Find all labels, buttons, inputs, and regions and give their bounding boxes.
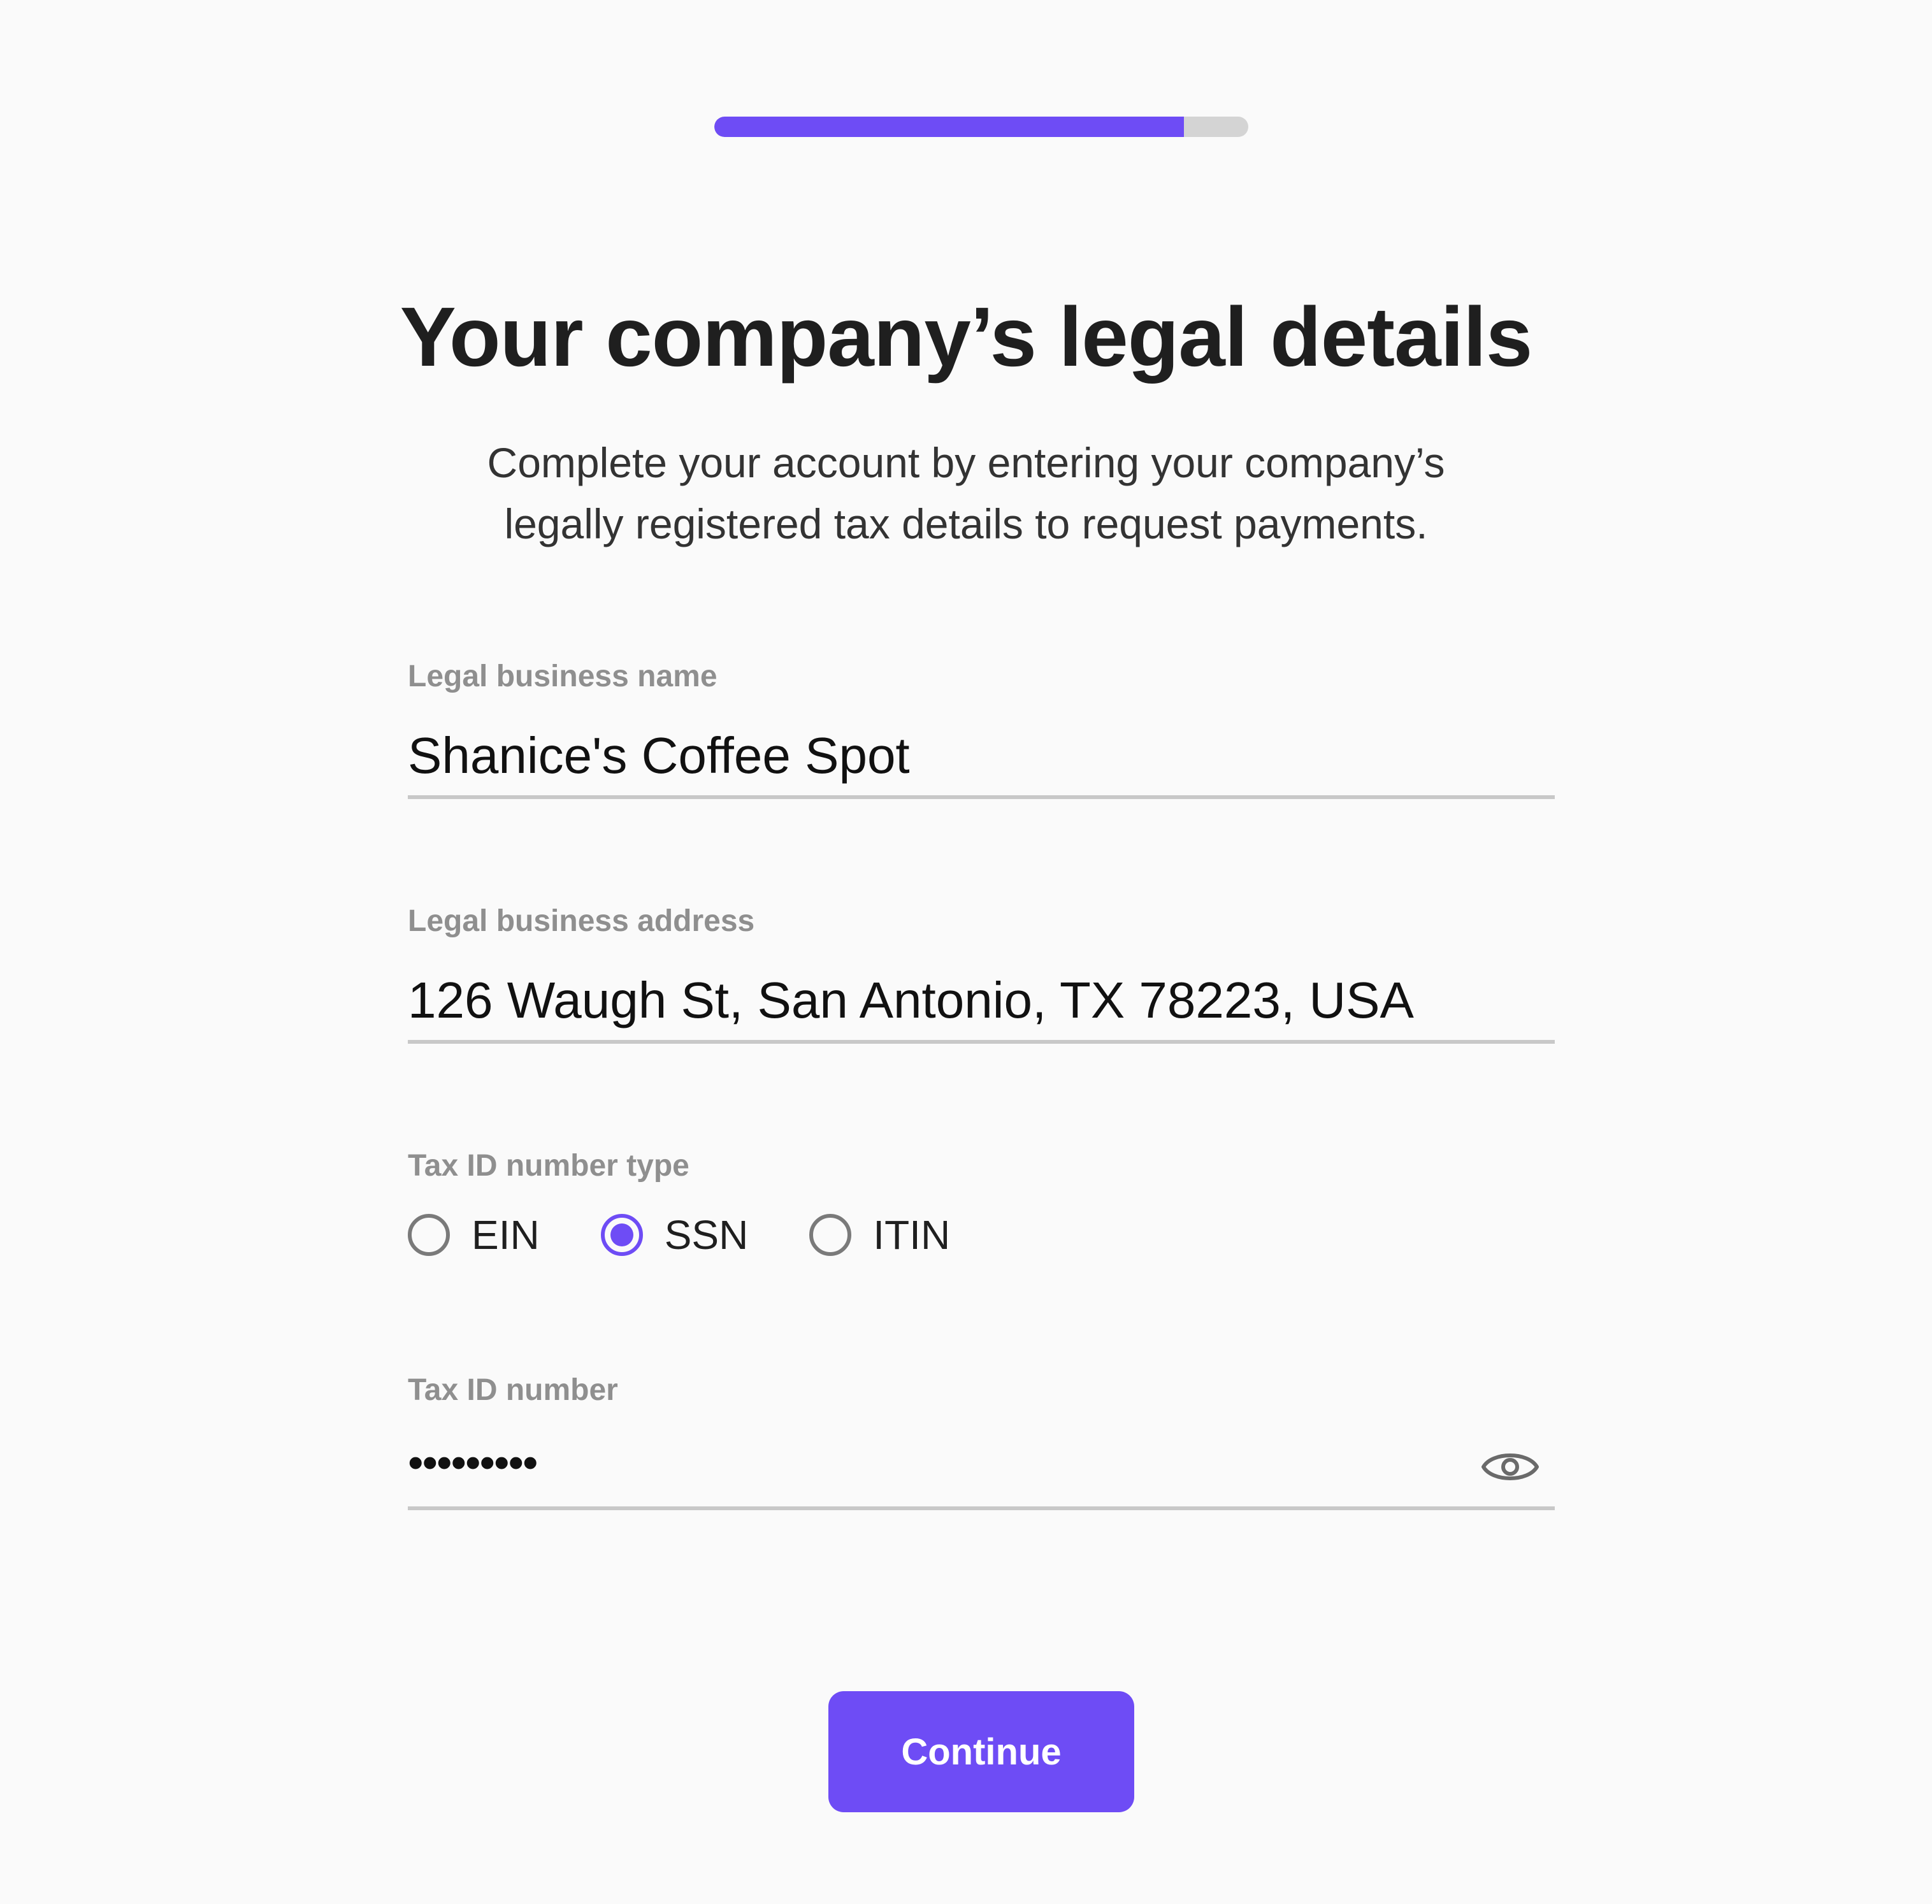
subtitle-line-2: legally registered tax details to reques… [504, 500, 1428, 547]
page-title: Your company’s legal details [400, 290, 1533, 384]
radio-ein[interactable]: EIN [408, 1214, 540, 1256]
radio-ein-circle[interactable] [408, 1214, 450, 1256]
radio-ssn-circle[interactable] [600, 1214, 643, 1256]
subtitle-line-1: Complete your account by entering your c… [487, 439, 1445, 486]
radio-ein-label: EIN [472, 1212, 540, 1258]
radio-itin-label: ITIN [873, 1212, 951, 1258]
business-address-input[interactable]: 126 Waugh St, San Antonio, TX 78223, USA [408, 958, 1555, 1044]
tax-id-number-value: ••••••••• [408, 1438, 538, 1487]
progress-bar-fill [714, 117, 1185, 137]
radio-ssn-label: SSN [664, 1212, 749, 1258]
progress-bar [714, 117, 1248, 137]
radio-ssn[interactable]: SSN [600, 1212, 749, 1258]
tax-id-type-label: Tax ID number type [408, 1149, 689, 1183]
tax-id-number-label: Tax ID number [408, 1373, 618, 1407]
business-name-input[interactable]: Shanice's Coffee Spot [408, 714, 1555, 799]
tax-id-type-radio-group: EIN SSN ITIN [408, 1206, 1011, 1264]
legal-details-page: Your company’s legal details Complete yo… [0, 0, 1932, 1904]
business-address-label: Legal business address [408, 904, 755, 938]
page-subtitle: Complete your account by entering your c… [382, 432, 1550, 554]
radio-itin[interactable]: ITIN [809, 1214, 950, 1256]
business-address-value: 126 Waugh St, San Antonio, TX 78223, USA [408, 972, 1414, 1028]
tax-id-number-input[interactable]: ••••••••• [408, 1425, 1555, 1510]
radio-itin-circle[interactable] [809, 1214, 852, 1256]
business-name-label: Legal business name [408, 660, 717, 693]
business-name-value: Shanice's Coffee Spot [408, 727, 910, 784]
eye-icon[interactable] [1481, 1446, 1539, 1487]
continue-button[interactable]: Continue [828, 1691, 1134, 1812]
